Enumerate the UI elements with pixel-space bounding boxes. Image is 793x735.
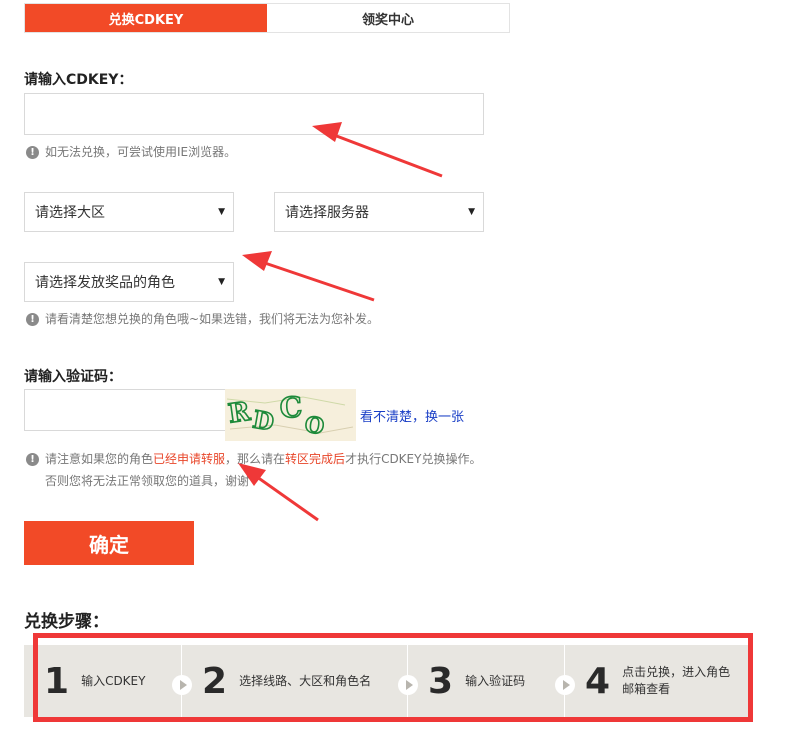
- caret-down-icon: ▼: [468, 207, 475, 217]
- notice-part-3: 才执行CDKEY兑换操作。: [345, 452, 482, 466]
- refresh-captcha-link[interactable]: 看不清楚，换一张: [360, 406, 464, 425]
- role-select[interactable]: 请选择发放奖品的角色 ▼: [24, 262, 234, 302]
- role-select-value: 请选择发放奖品的角色: [35, 275, 175, 291]
- captcha-input[interactable]: [24, 389, 226, 431]
- notice-part-2: ，那么请在: [225, 452, 286, 466]
- steps-title: 兑换步骤：: [24, 612, 109, 632]
- transfer-notice: ! 请注意如果您的角色已经申请转服，那么请在转区完成后才执行CDKEY兑换操作。: [26, 449, 481, 469]
- cdkey-input[interactable]: [24, 93, 484, 135]
- notice-part-1: 请注意如果您的角色: [45, 452, 154, 466]
- cdkey-label: 请输入CDKEY：: [24, 72, 133, 88]
- svg-text:O: O: [303, 412, 326, 440]
- exclamation-circle-icon: !: [26, 453, 39, 466]
- tab-redeem-cdkey[interactable]: 兑换CDKEY: [25, 4, 267, 32]
- cdkey-tip-text: 如无法兑换，可尝试使用IE浏览器。: [45, 145, 237, 159]
- svg-text:C: C: [279, 390, 304, 424]
- annotation-arrow: [242, 251, 375, 302]
- exclamation-circle-icon: !: [26, 313, 39, 326]
- region-select[interactable]: 请选择大区 ▼: [24, 192, 234, 232]
- confirm-button[interactable]: 确定: [24, 521, 194, 565]
- caret-down-icon: ▼: [218, 277, 225, 287]
- region-select-value: 请选择大区: [35, 205, 105, 221]
- notice-line2-text: 否则您将无法正常领取您的道具，谢谢: [45, 474, 250, 488]
- server-select-value: 请选择服务器: [285, 205, 369, 221]
- tab-reward-center[interactable]: 领奖中心: [267, 4, 509, 32]
- tab-bar: 兑换CDKEY 领奖中心: [24, 3, 510, 33]
- annotation-arrow: [238, 463, 319, 522]
- svg-text:R: R: [226, 397, 252, 430]
- exclamation-circle-icon: !: [26, 146, 39, 159]
- captcha-image[interactable]: R D C O: [225, 389, 356, 441]
- transfer-notice-line2: 否则您将无法正常领取您的道具，谢谢: [45, 471, 249, 491]
- caret-down-icon: ▼: [218, 207, 225, 217]
- notice-highlight-transfer: 已经申请转服: [153, 452, 226, 466]
- server-select[interactable]: 请选择服务器 ▼: [274, 192, 484, 232]
- cdkey-tip: ! 如无法兑换，可尝试使用IE浏览器。: [26, 142, 236, 162]
- captcha-label: 请输入验证码：: [24, 369, 122, 385]
- role-tip-text: 请看清楚您想兑换的角色哦~如果选错，我们将无法为您补发。: [45, 312, 380, 326]
- notice-highlight-complete: 转区完成后: [285, 452, 346, 466]
- annotation-highlight-box: [33, 633, 753, 722]
- transfer-notice-text: 请注意如果您的角色已经申请转服，那么请在转区完成后才执行CDKEY兑换操作。: [45, 449, 481, 469]
- role-tip: ! 请看清楚您想兑换的角色哦~如果选错，我们将无法为您补发。: [26, 309, 379, 329]
